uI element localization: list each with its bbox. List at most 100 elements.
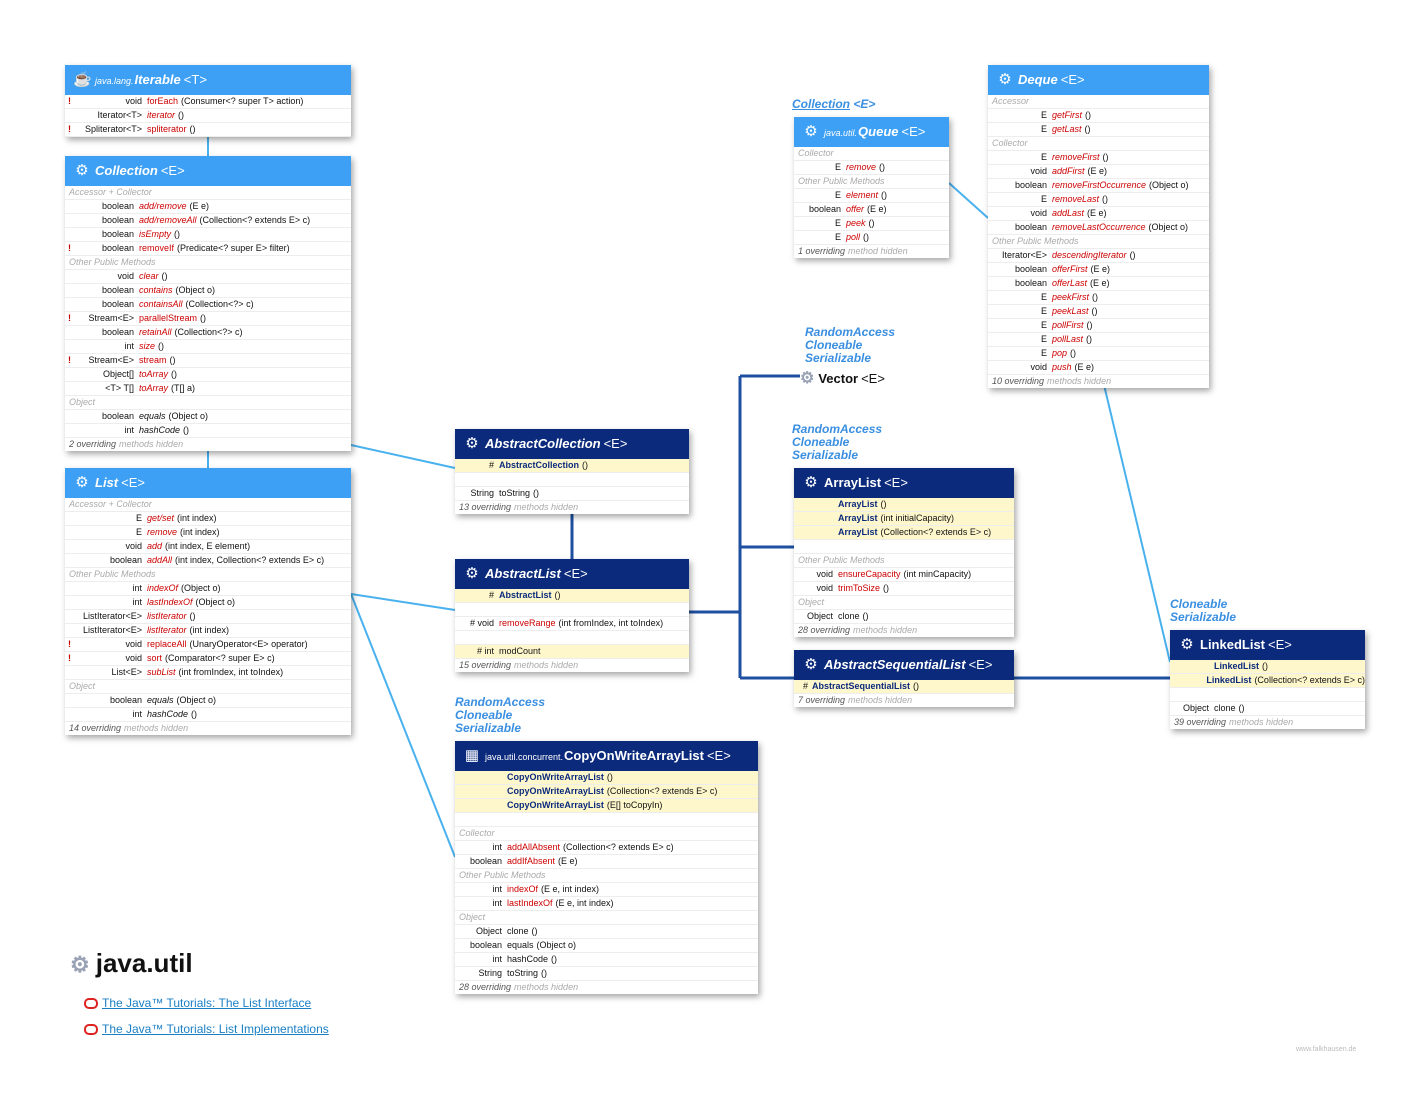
member-name[interactable]: clone	[1214, 702, 1236, 715]
member-name[interactable]: modCount	[499, 645, 541, 658]
member-row[interactable]: ! Stream<E> stream()	[65, 354, 351, 368]
member-name[interactable]: add	[147, 540, 162, 553]
member-row[interactable]: boolean retainAll (Collection<?> c)	[65, 326, 351, 340]
member-name[interactable]: element	[846, 189, 878, 202]
member-row[interactable]: int indexOf (E e, int index)	[455, 883, 758, 897]
member-name[interactable]: pollFirst	[1052, 319, 1084, 332]
member-row[interactable]: boolean add/removeAll (Collection<? extend…	[65, 214, 351, 228]
member-name[interactable]: addAll	[147, 554, 172, 567]
member-row[interactable]: ArrayList()	[794, 498, 1014, 512]
member-name[interactable]: isEmpty	[139, 228, 171, 241]
member-row[interactable]: List<E> subList (int fromIndex, int toInde…	[65, 666, 351, 680]
member-name[interactable]: equals	[139, 410, 166, 423]
member-row[interactable]: CopyOnWriteArrayList()	[455, 771, 758, 785]
member-name[interactable]: AbstractList	[499, 589, 552, 602]
member-row[interactable]: EremoveFirst()	[988, 151, 1209, 165]
member-name[interactable]: toArray	[139, 368, 168, 381]
member-name[interactable]: equals	[147, 694, 174, 707]
member-row[interactable]: ! void replaceAll (UnaryOperator<E> operato…	[65, 638, 351, 652]
member-name[interactable]: getFirst	[1052, 109, 1082, 122]
member-name[interactable]: hashCode	[139, 424, 180, 437]
member-name[interactable]: replaceAll	[147, 638, 187, 651]
member-name[interactable]: addAllAbsent	[507, 841, 560, 854]
member-row[interactable]: Eremove()	[794, 161, 949, 175]
member-name[interactable]: remove	[846, 161, 876, 174]
member-name[interactable]: toString	[499, 487, 530, 500]
member-row[interactable]: boolean offerFirst (E e)	[988, 263, 1209, 277]
member-row[interactable]: Eget/set (int index)	[65, 512, 351, 526]
member-row[interactable]: EgetFirst()	[988, 109, 1209, 123]
member-name[interactable]: removeIf	[139, 242, 174, 255]
member-row[interactable]: int hashCode()	[455, 953, 758, 967]
member-row[interactable]: Object clone()	[794, 610, 1014, 624]
member-name[interactable]: trimToSize	[838, 582, 880, 595]
member-name[interactable]: peekFirst	[1052, 291, 1089, 304]
member-name[interactable]: ArrayList	[838, 512, 878, 525]
member-name[interactable]: ArrayList	[838, 526, 878, 539]
member-row[interactable]: CopyOnWriteArrayList (E[] toCopyIn)	[455, 799, 758, 813]
member-name[interactable]: retainAll	[139, 326, 172, 339]
member-row[interactable]: # int modCount	[455, 645, 689, 659]
member-row[interactable]: Epeek()	[794, 217, 949, 231]
tutorial-link-list-interface[interactable]: The Java™ Tutorials: The List Interface	[84, 996, 311, 1010]
member-row[interactable]: void addLast (E e)	[988, 207, 1209, 221]
member-name[interactable]: addIfAbsent	[507, 855, 555, 868]
member-row[interactable]: void ensureCapacity (int minCapacity)	[794, 568, 1014, 582]
member-row[interactable]: void addFirst (E e)	[988, 165, 1209, 179]
tutorial-link-list-implementations[interactable]: The Java™ Tutorials: List Implementation…	[84, 1022, 329, 1036]
member-row[interactable]: CopyOnWriteArrayList (Collection<? extend…	[455, 785, 758, 799]
member-name[interactable]: toArray	[139, 382, 168, 395]
member-name[interactable]: addFirst	[1052, 165, 1085, 178]
iterable-header[interactable]: ☕ java.lang.Iterable <T>	[65, 65, 351, 95]
member-row[interactable]: Epop()	[988, 347, 1209, 361]
member-row[interactable]: ArrayList (Collection<? extends E> c)	[794, 526, 1014, 540]
member-row[interactable]: Iterator<E> descendingIterator()	[988, 249, 1209, 263]
member-name[interactable]: removeFirstOccurrence	[1052, 179, 1146, 192]
member-name[interactable]: toString	[507, 967, 538, 980]
member-name[interactable]: equals	[507, 939, 534, 952]
member-row[interactable]: EpollFirst()	[988, 319, 1209, 333]
member-row[interactable]: boolean isEmpty()	[65, 228, 351, 242]
member-row[interactable]: int lastIndexOf (E e, int index)	[455, 897, 758, 911]
member-name[interactable]: LinkedList	[1214, 660, 1259, 673]
member-name[interactable]: listIterator	[147, 624, 187, 637]
member-name[interactable]: contains	[139, 284, 173, 297]
member-name[interactable]: hashCode	[147, 708, 188, 721]
member-row[interactable]: int hashCode()	[65, 424, 351, 438]
member-row[interactable]: String toString()	[455, 967, 758, 981]
member-row[interactable]: <T> T[] toArray (T[] a)	[65, 382, 351, 396]
abstractsequentiallist-header[interactable]: ⚙ AbstractSequentialList <E>	[794, 650, 1014, 680]
member-row[interactable]: EgetLast()	[988, 123, 1209, 137]
queue-header[interactable]: ⚙ java.util.Queue <E>	[794, 117, 949, 147]
member-row[interactable]: int addAllAbsent (Collection<? extends E> …	[455, 841, 758, 855]
member-row[interactable]: boolean equals (Object o)	[65, 694, 351, 708]
member-name[interactable]: peekLast	[1052, 305, 1089, 318]
member-name[interactable]: getLast	[1052, 123, 1082, 136]
member-row[interactable]: # AbstractList()	[455, 589, 689, 603]
member-row[interactable]: boolean containsAll (Collection<?> c)	[65, 298, 351, 312]
member-row[interactable]: ListIterator<E> listIterator (int index)	[65, 624, 351, 638]
member-row[interactable]: ! boolean removeIf (Predicate<? super E> fi…	[65, 242, 351, 256]
member-row[interactable]: Object clone()	[1170, 702, 1365, 716]
abstractcollection-header[interactable]: ⚙ AbstractCollection <E>	[455, 429, 689, 459]
member-row[interactable]: ! Stream<E> parallelStream()	[65, 312, 351, 326]
member-name[interactable]: push	[1052, 361, 1072, 374]
member-row[interactable]: Eelement()	[794, 189, 949, 203]
member-name[interactable]: AbstractSequentialList	[812, 680, 910, 693]
member-name[interactable]: spliterator	[147, 123, 187, 136]
member-row[interactable]: Object[] toArray()	[65, 368, 351, 382]
member-name[interactable]: iterator	[147, 109, 175, 122]
member-row[interactable]: ArrayList (int initialCapacity)	[794, 512, 1014, 526]
member-name[interactable]: size	[139, 340, 155, 353]
member-name[interactable]: sort	[147, 652, 162, 665]
member-row[interactable]: ! Spliterator<T> spliterator()	[65, 123, 351, 137]
member-row[interactable]: ListIterator<E> listIterator()	[65, 610, 351, 624]
member-name[interactable]: descendingIterator	[1052, 249, 1127, 262]
member-row[interactable]: # void removeRange (int fromIndex, int toI…	[455, 617, 689, 631]
member-row[interactable]: boolean offer (E e)	[794, 203, 949, 217]
member-row[interactable]: LinkedList()	[1170, 660, 1365, 674]
link-text[interactable]: The Java™ Tutorials: The List Interface	[102, 996, 311, 1010]
member-row[interactable]: int hashCode()	[65, 708, 351, 722]
member-row[interactable]: boolean equals (Object o)	[65, 410, 351, 424]
member-row[interactable]: int size()	[65, 340, 351, 354]
